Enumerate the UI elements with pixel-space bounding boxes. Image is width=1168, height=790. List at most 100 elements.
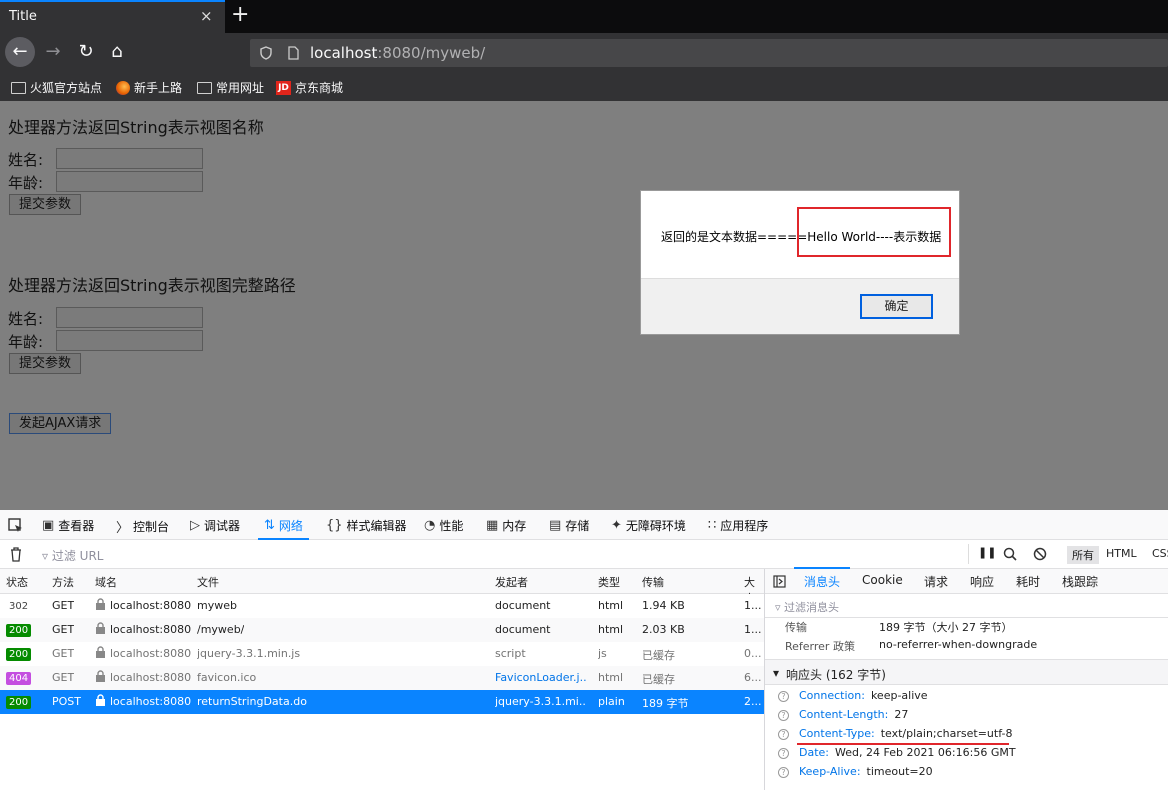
- cell-transfer: 2.03 KB: [642, 623, 685, 636]
- cell-initiator: jquery-3.3.1.mi...: [495, 695, 587, 708]
- block-icon[interactable]: [1033, 547, 1047, 561]
- cell-type: html: [598, 623, 624, 636]
- collapse-arrow-icon: ▾: [773, 666, 780, 680]
- age-label: 年龄:: [8, 333, 44, 351]
- search-icon[interactable]: [1003, 547, 1017, 561]
- tab-storage[interactable]: ▤ 存储: [549, 517, 589, 534]
- help-icon[interactable]: ?: [778, 729, 789, 740]
- table-row[interactable]: 404 GET localhost:8080 favicon.ico FaviconLo…: [0, 666, 764, 690]
- close-tab-icon[interactable]: ×: [200, 7, 213, 25]
- table-row[interactable]: 302 GET localhost:8080 myweb document html 1.9…: [0, 594, 764, 618]
- tab-stack-trace[interactable]: 栈跟踪: [1062, 573, 1098, 590]
- age-input[interactable]: [56, 330, 203, 351]
- submit-button[interactable]: 提交参数: [9, 194, 82, 215]
- navigation-bar: ← → ↻ ⌂ localhost:8080/myweb/: [0, 33, 1168, 71]
- trash-icon[interactable]: [9, 546, 23, 562]
- col-type[interactable]: 类型: [598, 574, 620, 590]
- col-domain[interactable]: 域名: [95, 574, 117, 590]
- tab-request[interactable]: 请求: [924, 573, 948, 590]
- filter-html-button[interactable]: HTML: [1106, 547, 1137, 560]
- cell-type: html: [598, 671, 624, 684]
- filter-url-input[interactable]: ▿ 过滤 URL: [42, 547, 103, 564]
- devtools-toolbar: ▣ 查看器 〉 控制台 ▷ 调试器 ⇅ 网络 {} 样式编辑器 ◔ 性能 ▦ 内存 ▤ 存储 ✦…: [0, 510, 1168, 540]
- tab-debugger[interactable]: ▷ 调试器: [190, 517, 240, 534]
- transfer-label: 传输: [785, 621, 807, 634]
- active-tab[interactable]: Title ×: [0, 0, 225, 33]
- shield-icon[interactable]: [259, 46, 273, 60]
- col-initiator[interactable]: 发起者: [495, 574, 528, 590]
- age-input[interactable]: [56, 171, 203, 192]
- header-filter-input[interactable]: ▿ 过滤消息头: [775, 599, 839, 615]
- help-icon[interactable]: ?: [778, 767, 789, 778]
- tab-console[interactable]: 〉 控制台: [116, 517, 169, 536]
- referrer-label: Referrer 政策: [785, 640, 855, 653]
- filter-css-button[interactable]: CSS: [1152, 547, 1168, 560]
- gauge-icon: ◔: [424, 518, 436, 533]
- request-details-panel: 消息头 Cookie 请求 响应 耗时 栈跟踪 ▿ 过滤消息头 传输 189 字…: [764, 567, 1168, 790]
- url-host: localhost: [310, 44, 378, 62]
- submit-button[interactable]: 提交参数: [9, 353, 82, 374]
- response-headers-section[interactable]: ▾ 响应头 (162 字节): [765, 659, 1168, 685]
- pause-icon[interactable]: ❚❚: [978, 546, 996, 559]
- home-icon[interactable]: ⌂: [102, 37, 132, 67]
- section-title: 处理器方法返回String表示视图名称: [8, 118, 264, 137]
- new-tab-icon[interactable]: +: [231, 3, 249, 27]
- header-row: ? Keep-Alive: timeout=20: [778, 765, 933, 778]
- cell-file: /myweb/: [197, 623, 245, 636]
- page-icon: [288, 46, 299, 60]
- filter-all-button[interactable]: 所有: [1067, 546, 1099, 564]
- cell-initiator: FaviconLoader.j...: [495, 671, 587, 684]
- help-icon[interactable]: ?: [778, 748, 789, 759]
- tab-label: 控制台: [133, 520, 170, 534]
- tab-network[interactable]: ⇅ 网络: [258, 517, 309, 540]
- tab-memory[interactable]: ▦ 内存: [486, 517, 526, 534]
- name-input[interactable]: [56, 148, 203, 169]
- col-method[interactable]: 方法: [52, 574, 74, 590]
- col-file[interactable]: 文件: [197, 574, 219, 590]
- tab-headers[interactable]: 消息头: [793, 567, 851, 590]
- tab-style-editor[interactable]: {} 样式编辑器: [326, 517, 407, 534]
- reload-icon[interactable]: ↻: [71, 37, 101, 67]
- storage-icon: ▤: [549, 518, 562, 533]
- ok-button[interactable]: 确定: [860, 294, 933, 319]
- ajax-request-button[interactable]: 发起AJAX请求: [9, 413, 112, 434]
- toggle-panel-icon[interactable]: [773, 575, 786, 588]
- back-arrow-icon[interactable]: ←: [5, 37, 35, 67]
- tab-inspector[interactable]: ▣ 查看器: [42, 517, 94, 534]
- help-icon[interactable]: ?: [778, 710, 789, 721]
- tab-cookie[interactable]: Cookie: [862, 573, 903, 587]
- tab-label: 网络: [278, 519, 303, 533]
- url-text[interactable]: localhost:8080/myweb/: [310, 44, 485, 62]
- bookmark-item[interactable]: JD 京东商城: [276, 79, 343, 96]
- table-row[interactable]: 200 POST localhost:8080 returnStringData.do…: [0, 690, 764, 714]
- help-icon[interactable]: ?: [778, 691, 789, 702]
- cell-transfer: 189 字节: [642, 697, 689, 710]
- cell-method: POST: [52, 695, 81, 708]
- cell-size: 0...: [744, 647, 762, 660]
- tab-performance[interactable]: ◔ 性能: [424, 517, 463, 534]
- firefox-icon: [116, 80, 130, 95]
- tab-timings[interactable]: 耗时: [1016, 573, 1040, 590]
- col-status[interactable]: 状态: [6, 574, 28, 590]
- lock-icon: [95, 670, 106, 686]
- cell-initiator: document: [495, 599, 551, 612]
- col-transfer[interactable]: 传输: [642, 574, 664, 590]
- url-bar[interactable]: localhost:8080/myweb/: [250, 39, 1168, 67]
- header-filter-placeholder: 过滤消息头: [784, 601, 840, 614]
- bookmark-item[interactable]: 新手上路: [116, 79, 182, 96]
- element-picker-icon[interactable]: [8, 518, 23, 533]
- bookmark-label: 火狐官方站点: [30, 81, 103, 95]
- forward-arrow-icon[interactable]: →: [38, 37, 68, 67]
- tab-label: 调试器: [204, 519, 241, 533]
- name-input[interactable]: [56, 307, 203, 328]
- tab-response[interactable]: 响应: [970, 573, 994, 590]
- table-row[interactable]: 200 GET localhost:8080 jquery-3.3.1.min.js s…: [0, 642, 764, 666]
- bookmark-item[interactable]: 火狐官方站点: [11, 79, 102, 96]
- tab-label: 应用程序: [720, 519, 769, 533]
- section-title: 处理器方法返回String表示视图完整路径: [8, 276, 296, 295]
- tab-application[interactable]: ∷ 应用程序: [708, 517, 768, 534]
- tab-accessibility[interactable]: ✦ 无障碍环境: [611, 517, 686, 534]
- bookmark-item[interactable]: 常用网址: [197, 79, 264, 96]
- table-row[interactable]: 200 GET localhost:8080/myweb/document html 2…: [0, 618, 764, 642]
- cell-transfer: 已缓存: [642, 673, 675, 686]
